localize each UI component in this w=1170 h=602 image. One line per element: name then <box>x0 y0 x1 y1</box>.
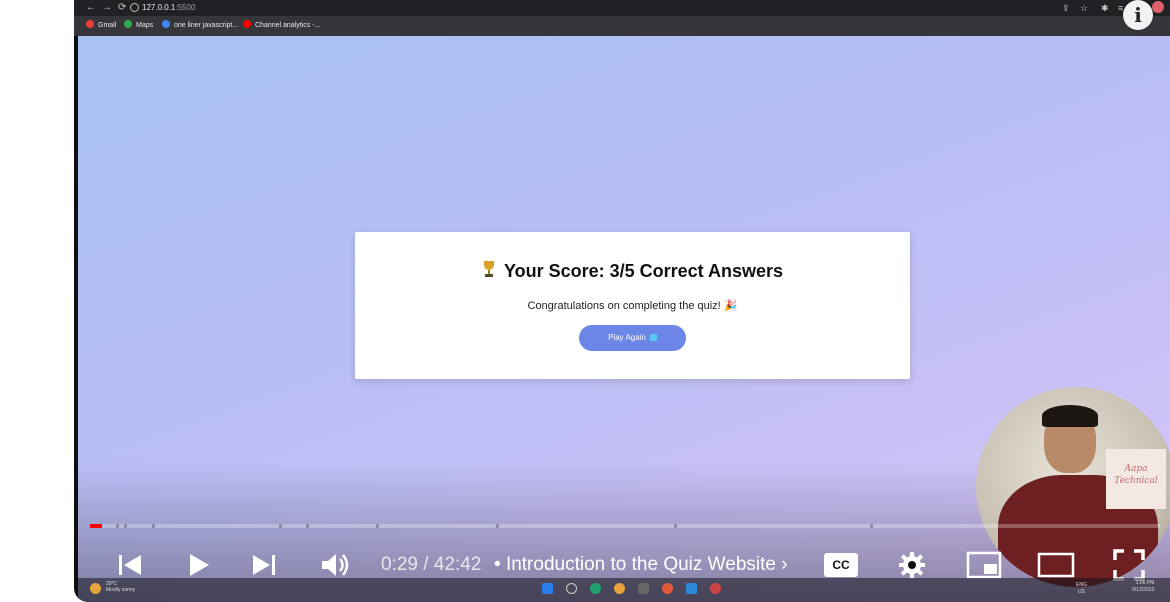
search-icon[interactable] <box>566 583 577 594</box>
address-bar[interactable]: 127.0.0.1:5500 <box>142 2 195 14</box>
chapter-marker <box>124 524 127 528</box>
previous-icon[interactable] <box>114 549 146 581</box>
bookmark-one-liner[interactable]: one liner javascript... <box>162 20 238 32</box>
chapter-marker <box>376 524 379 528</box>
edge-icon[interactable] <box>590 583 601 594</box>
profile-avatar[interactable]: i <box>1123 0 1153 30</box>
chapter-marker <box>674 524 677 528</box>
theater-mode-icon[interactable] <box>1037 549 1075 581</box>
chrome-profile-icon[interactable] <box>662 583 673 594</box>
chapter-marker <box>870 524 873 528</box>
chapter-marker <box>279 524 282 528</box>
reload-icon[interactable]: ⟳ <box>118 1 126 15</box>
weather-widget[interactable]: 29°C Mostly sunny <box>106 581 135 593</box>
captions-button[interactable]: CC <box>824 553 858 577</box>
play-icon[interactable] <box>182 549 214 581</box>
congrats-message: Congratulations on completing the quiz! … <box>527 300 738 312</box>
share-icon[interactable]: ⇪ <box>1062 1 1070 15</box>
bookmark-gmail[interactable]: Gmail <box>86 20 116 32</box>
browser-toolbar: ← → ⟳ 127.0.0.1:5500 ⇪ ☆ ✱ ≡ <box>74 0 1170 16</box>
extensions-icon[interactable]: ✱ <box>1101 1 1109 15</box>
back-icon[interactable]: ← <box>86 1 96 15</box>
settings-icon[interactable] <box>896 549 928 581</box>
bookmark-star-icon[interactable]: ☆ <box>1080 1 1088 15</box>
progress-bar[interactable] <box>90 524 1160 528</box>
info-icon <box>130 3 139 12</box>
start-icon[interactable] <box>542 583 553 594</box>
miniplayer-icon[interactable] <box>966 549 1002 581</box>
google-icon <box>162 20 170 28</box>
maps-icon <box>124 20 132 28</box>
forward-icon[interactable]: → <box>102 1 112 15</box>
chevron-right-icon: › <box>781 554 788 575</box>
app-icon[interactable] <box>638 583 649 594</box>
chrome-icon[interactable] <box>614 583 625 594</box>
replay-icon <box>649 334 657 341</box>
progress-played <box>90 524 102 528</box>
chapter-label: Introduction to the Quiz Website <box>505 554 776 575</box>
gmail-icon <box>86 20 94 28</box>
bookmarks-bar: Gmail Maps one liner javascript... Chann… <box>74 16 1170 36</box>
chapter-marker <box>496 524 499 528</box>
youtube-icon <box>243 20 251 28</box>
channel-logo-text: Aapa Technical <box>1114 464 1158 486</box>
result-card: Your Score: 3/5 Correct Answers Congratu… <box>355 232 910 379</box>
notification-dot <box>1152 1 1164 13</box>
next-icon[interactable] <box>248 549 280 581</box>
language-indicator[interactable]: ENG US <box>1076 582 1087 596</box>
chapter-marker <box>306 524 309 528</box>
vscode-icon[interactable] <box>686 583 697 594</box>
chapter-title[interactable]: • Introduction to the Quiz Website › <box>494 553 788 577</box>
bookmark-channel-analytics[interactable]: Channel analytics -... <box>243 20 320 32</box>
bookmark-maps[interactable]: Maps <box>124 20 153 32</box>
fullscreen-icon[interactable] <box>1112 548 1146 582</box>
weather-icon <box>90 583 101 594</box>
video-player[interactable]: ← → ⟳ 127.0.0.1:5500 ⇪ ☆ ✱ ≡ Gmail Maps … <box>74 0 1170 602</box>
chapter-separator: • <box>494 554 501 575</box>
volume-icon[interactable] <box>319 549 351 581</box>
trophy-icon <box>482 261 496 279</box>
score-heading: Your Score: 3/5 Correct Answers <box>355 261 910 282</box>
recorder-icon[interactable] <box>710 583 721 594</box>
chapter-marker <box>152 524 155 528</box>
time-display: 0:29 / 42:42 <box>381 554 482 575</box>
presenter-hair <box>1042 405 1098 427</box>
play-again-button[interactable]: Play Again <box>579 325 686 351</box>
system-clock[interactable]: 1:06 PM 9/13/2023 <box>1132 580 1154 594</box>
chapter-marker <box>116 524 119 528</box>
